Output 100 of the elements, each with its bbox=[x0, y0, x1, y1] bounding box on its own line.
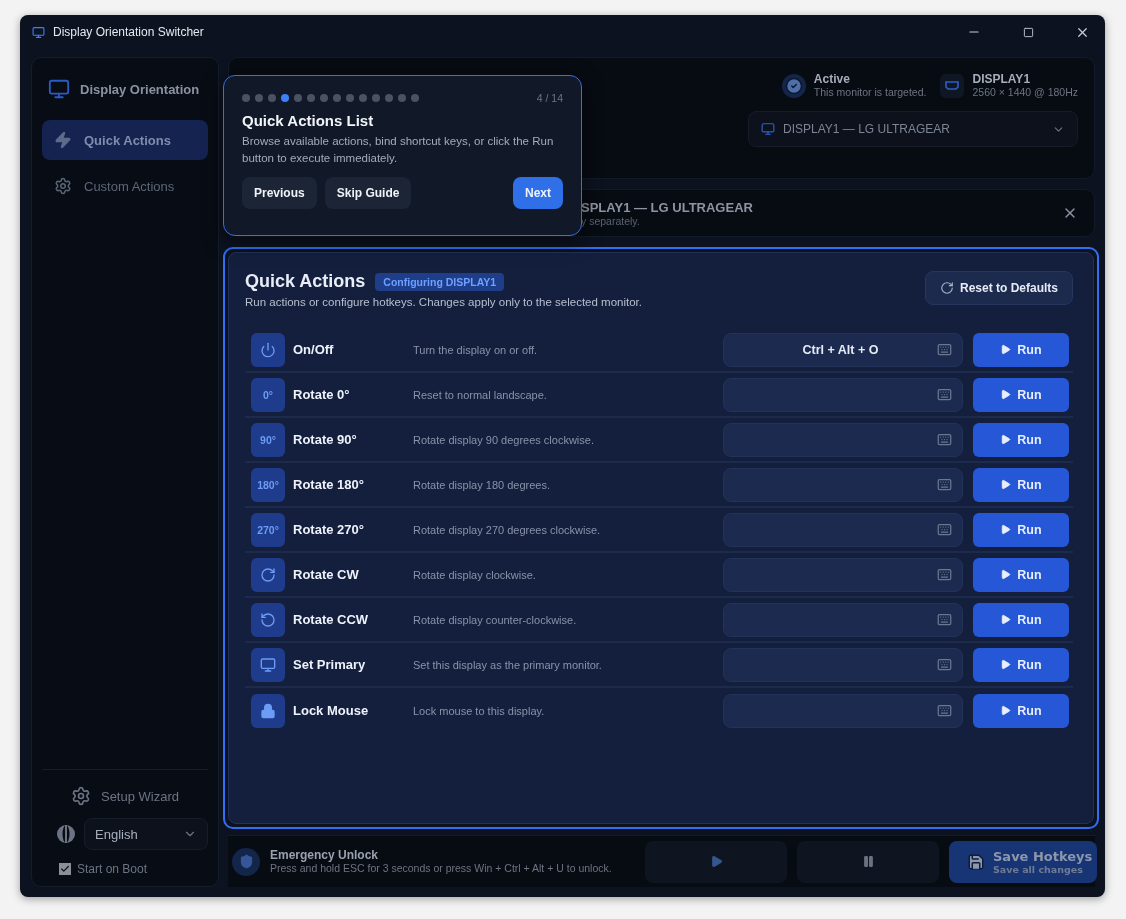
checkbox-label: Start on Boot bbox=[77, 862, 148, 876]
monitor-icon bbox=[251, 647, 285, 682]
save-icon bbox=[967, 852, 985, 871]
shield-icon bbox=[232, 847, 260, 876]
action-name: Rotate 90° bbox=[293, 432, 358, 447]
action-name: Rotate 0° bbox=[293, 387, 351, 402]
action-name: Rotate 180° bbox=[293, 477, 365, 492]
panel-title: Quick Actions bbox=[245, 271, 366, 292]
action-name: Rotate CCW bbox=[293, 612, 370, 627]
hotkey-field[interactable] bbox=[723, 557, 963, 592]
lock-icon bbox=[251, 693, 285, 728]
sidebar-title: Display Orientation bbox=[80, 81, 200, 97]
play-icon bbox=[1000, 344, 1012, 355]
monitor-select[interactable]: DISPLAY1 — LG ULTRAGEAR bbox=[748, 111, 1078, 147]
action-description: Rotate display 90 degrees clockwise. bbox=[413, 433, 595, 446]
gear-icon bbox=[70, 786, 91, 806]
step-counter: 4 / 14 bbox=[536, 92, 563, 104]
save-hotkeys-button[interactable]: Save Hotkeys Save all changes bbox=[949, 840, 1097, 883]
start-on-boot-checkbox[interactable] bbox=[59, 863, 71, 875]
action-description: Reset to normal landscape. bbox=[413, 388, 548, 401]
footer-title: Emergency Unlock bbox=[270, 848, 380, 862]
bolt-icon bbox=[54, 131, 72, 149]
degree-badge: 90° bbox=[251, 422, 285, 457]
run-button[interactable]: Run bbox=[973, 647, 1069, 682]
keyboard-icon bbox=[937, 342, 952, 357]
hotkey-field[interactable]: Ctrl + Alt + O bbox=[723, 332, 963, 367]
run-button[interactable]: Run bbox=[973, 512, 1069, 547]
hotkey-field[interactable] bbox=[723, 377, 963, 412]
action-description: Rotate display counter-clockwise. bbox=[413, 613, 578, 626]
hotkey-field[interactable] bbox=[723, 647, 963, 682]
display-port-icon bbox=[940, 73, 965, 98]
status-note: This monitor is targeted. bbox=[813, 86, 927, 99]
globe-icon bbox=[56, 824, 76, 844]
tour-button[interactable]: Previous bbox=[242, 177, 317, 209]
action-description: Rotate display 270 degrees clockwise. bbox=[413, 523, 602, 536]
play-icon bbox=[1000, 479, 1012, 490]
sidebar-item[interactable]: Custom Actions bbox=[42, 166, 208, 206]
action-description: Rotate display 180 degrees. bbox=[413, 478, 551, 491]
sidebar-item[interactable]: Quick Actions bbox=[42, 120, 208, 160]
hotkey-field[interactable] bbox=[723, 512, 963, 547]
play-icon bbox=[1000, 389, 1012, 400]
keyboard-icon bbox=[937, 387, 952, 402]
play-icon bbox=[1000, 614, 1012, 625]
setup-wizard-link[interactable]: Setup Wizard bbox=[42, 786, 208, 806]
tour-button[interactable]: Next bbox=[513, 177, 563, 209]
rotate-ccw-icon bbox=[251, 602, 285, 637]
app-logo-icon bbox=[32, 25, 45, 39]
run-button[interactable]: Run bbox=[973, 377, 1069, 412]
keyboard-icon bbox=[937, 657, 952, 672]
action-name: On/Off bbox=[293, 342, 335, 357]
degree-badge: 0° bbox=[251, 377, 285, 412]
rotate-cw-icon bbox=[251, 557, 285, 592]
action-name: Set Primary bbox=[293, 657, 367, 672]
hotkey-field[interactable] bbox=[723, 467, 963, 502]
play-icon bbox=[1000, 569, 1012, 580]
tour-text: Browse available actions, bind shortcut keys, or click the Run button to execute immediately. bbox=[242, 134, 555, 166]
display-badge: Configuring DISPLAY1 bbox=[375, 272, 505, 291]
keyboard-icon bbox=[937, 477, 952, 492]
action-name: Rotate 270° bbox=[293, 522, 365, 537]
run-button[interactable]: Run bbox=[973, 693, 1069, 728]
action-description: Lock mouse to this display. bbox=[413, 704, 546, 717]
action-description: Turn the display on or off. bbox=[413, 343, 539, 356]
reset-icon bbox=[939, 281, 954, 295]
play-icon bbox=[709, 855, 723, 868]
run-button[interactable]: Run bbox=[973, 467, 1069, 502]
maximize-icon[interactable] bbox=[1022, 26, 1034, 38]
gear-icon bbox=[54, 177, 72, 195]
action-name: Rotate CW bbox=[293, 567, 360, 582]
run-button[interactable]: Run bbox=[973, 332, 1069, 367]
hotkey-field[interactable] bbox=[723, 693, 963, 728]
action-description: Rotate display clockwise. bbox=[413, 568, 537, 581]
run-button[interactable]: Run bbox=[973, 602, 1069, 637]
play-icon bbox=[1000, 434, 1012, 445]
play-icon bbox=[1000, 705, 1012, 716]
keyboard-icon bbox=[937, 703, 952, 718]
degree-badge: 270° bbox=[251, 512, 285, 547]
keyboard-icon bbox=[937, 432, 952, 447]
reset-button[interactable]: Reset to Defaults bbox=[924, 271, 1073, 305]
hotkey-field[interactable] bbox=[723, 602, 963, 637]
display-mode: 2560 × 1440 @ 180Hz bbox=[972, 86, 1078, 99]
display-name: DISPLAY1 bbox=[972, 72, 1032, 86]
footer-text: Press and hold ESC for 3 seconds or press Win + Ctrl + Alt + U to unlock. bbox=[270, 862, 613, 875]
play-icon bbox=[1000, 659, 1012, 670]
language-select[interactable]: English bbox=[84, 818, 208, 850]
degree-badge: 180° bbox=[251, 467, 285, 502]
action-name: Lock Mouse bbox=[293, 703, 370, 718]
check-icon bbox=[781, 73, 806, 98]
pause-button[interactable] bbox=[797, 840, 939, 883]
run-button[interactable]: Run bbox=[973, 557, 1069, 592]
tour-button[interactable]: Skip Guide bbox=[324, 177, 412, 209]
play-button[interactable] bbox=[645, 840, 787, 883]
pause-icon bbox=[861, 855, 875, 868]
notice-title: SPLAY1 — LG ULTRAGEAR bbox=[581, 199, 754, 215]
status-title: Active bbox=[813, 72, 851, 86]
action-description: Set this display as the primary monitor. bbox=[413, 658, 603, 671]
keyboard-icon bbox=[937, 522, 952, 537]
tour-title: Quick Actions List bbox=[242, 112, 375, 129]
monitor-icon bbox=[48, 78, 70, 100]
hotkey-field[interactable] bbox=[723, 422, 963, 457]
run-button[interactable]: Run bbox=[973, 422, 1069, 457]
